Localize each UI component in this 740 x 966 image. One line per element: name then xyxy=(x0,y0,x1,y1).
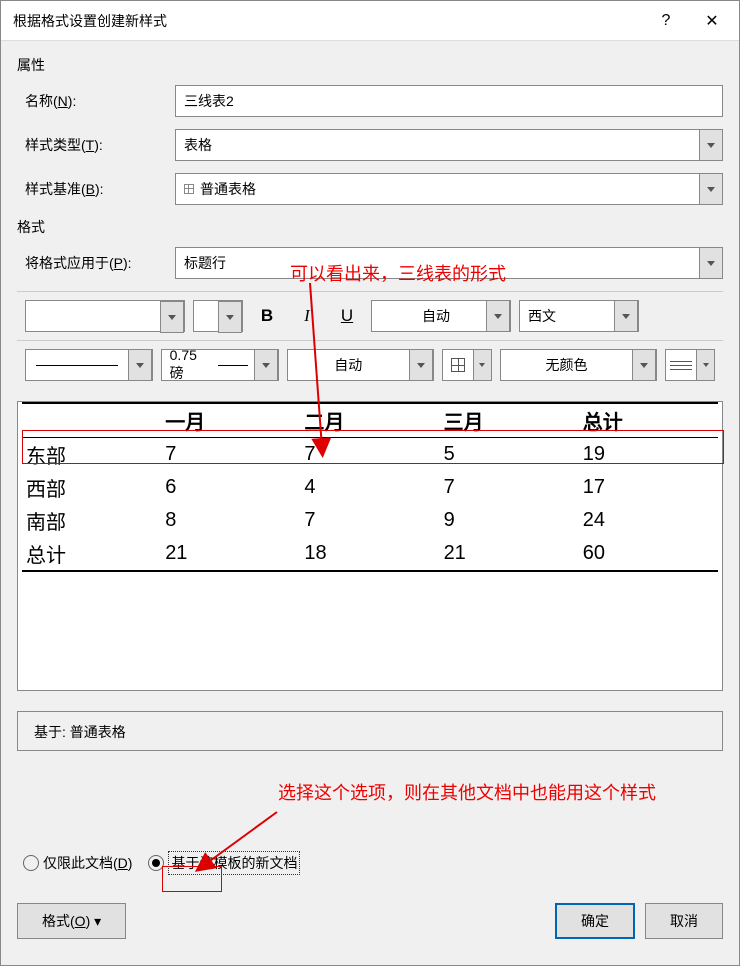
chevron-down-icon xyxy=(474,349,492,381)
font-size-combo[interactable] xyxy=(193,300,243,332)
label-applyto: 将格式应用于(P): xyxy=(25,253,175,273)
row-applyto: 将格式应用于(P): 标题行 xyxy=(17,247,723,279)
bold-button[interactable]: B xyxy=(251,300,283,332)
description-box: 基于: 普通表格 xyxy=(17,711,723,751)
fill-color-combo[interactable]: 无颜色 xyxy=(500,349,657,381)
ok-button[interactable]: 确定 xyxy=(555,903,635,939)
chevron-down-icon xyxy=(614,300,638,332)
label-styletype: 样式类型(T): xyxy=(25,135,175,155)
script-combo[interactable]: 西文 xyxy=(519,300,639,332)
font-toolbar: B I U 自动 西文 xyxy=(17,291,723,341)
combo-styletype[interactable]: 表格 xyxy=(175,129,723,161)
chevron-down-icon[interactable] xyxy=(699,129,723,161)
section-attributes: 属性 xyxy=(17,55,723,75)
content: 属性 名称(N): 三线表2 样式类型(T): 表格 样式基准(B): 普通表格… xyxy=(1,41,739,953)
grid-icon xyxy=(451,358,465,372)
border-color-combo[interactable]: 自动 xyxy=(287,349,434,381)
row-name: 名称(N): 三线表2 xyxy=(17,85,723,117)
annotation-2: 选择这个选项，则在其他文档中也能用这个样式 xyxy=(278,780,718,807)
table-row: 东部77519 xyxy=(22,438,718,472)
font-family-combo[interactable] xyxy=(25,300,185,332)
cancel-button[interactable]: 取消 xyxy=(645,903,723,939)
radio-template[interactable]: 基于该模板的新文档 xyxy=(148,851,300,875)
radio-this-doc[interactable]: 仅限此文档(D) xyxy=(23,853,132,873)
table-row: 南部87924 xyxy=(22,504,718,537)
chevron-down-icon xyxy=(409,349,433,381)
input-name[interactable]: 三线表2 xyxy=(175,85,723,117)
dialog-title: 根据格式设置创建新样式 xyxy=(13,11,643,31)
chevron-down-icon[interactable] xyxy=(699,247,723,279)
chevron-down-icon xyxy=(697,349,715,381)
table-icon xyxy=(184,184,194,194)
chevron-down-icon xyxy=(218,301,242,333)
label-basedon: 样式基准(B): xyxy=(25,179,175,199)
label-name: 名称(N): xyxy=(25,91,175,111)
preview-table: 一月二月三月总计 东部77519西部64717南部87924总计21182160 xyxy=(22,402,718,572)
chevron-down-icon xyxy=(128,349,152,381)
dialog: 根据格式设置创建新样式 ? ✕ 属性 名称(N): 三线表2 样式类型(T): … xyxy=(0,0,740,966)
line-style-combo[interactable] xyxy=(25,349,153,381)
section-format: 格式 xyxy=(17,217,723,237)
titlebar: 根据格式设置创建新样式 ? ✕ xyxy=(1,1,739,41)
help-button[interactable]: ? xyxy=(643,6,689,36)
radio-row: 仅限此文档(D) 基于该模板的新文档 xyxy=(17,843,723,883)
font-color-combo[interactable]: 自动 xyxy=(371,300,511,332)
close-button[interactable]: ✕ xyxy=(689,6,735,36)
more-options-button[interactable] xyxy=(665,349,715,381)
table-header: 三月 xyxy=(440,403,579,438)
chevron-down-icon[interactable] xyxy=(699,173,723,205)
chevron-down-icon xyxy=(254,349,278,381)
preview-pane: 一月二月三月总计 东部77519西部64717南部87924总计21182160 xyxy=(17,401,723,691)
line-weight-combo[interactable]: 0.75 磅 xyxy=(161,349,279,381)
table-header: 一月 xyxy=(161,403,300,438)
borders-button[interactable] xyxy=(442,349,492,381)
table-header: 总计 xyxy=(579,403,718,438)
table-row: 西部64717 xyxy=(22,471,718,504)
table-row: 总计21182160 xyxy=(22,537,718,571)
chevron-down-icon xyxy=(632,349,656,381)
table-header xyxy=(22,403,161,438)
combo-applyto[interactable]: 标题行 xyxy=(175,247,723,279)
table-header: 二月 xyxy=(300,403,439,438)
chevron-down-icon xyxy=(160,301,184,333)
format-button[interactable]: 格式(O) ▾ xyxy=(17,903,126,939)
italic-button[interactable]: I xyxy=(291,300,323,332)
underline-button[interactable]: U xyxy=(331,300,363,332)
button-row: 格式(O) ▾ 确定 取消 xyxy=(17,903,723,939)
chevron-down-icon xyxy=(486,300,510,332)
border-toolbar: 0.75 磅 自动 无颜色 xyxy=(17,341,723,389)
row-basedon: 样式基准(B): 普通表格 xyxy=(17,173,723,205)
row-styletype: 样式类型(T): 表格 xyxy=(17,129,723,161)
combo-basedon[interactable]: 普通表格 xyxy=(175,173,723,205)
